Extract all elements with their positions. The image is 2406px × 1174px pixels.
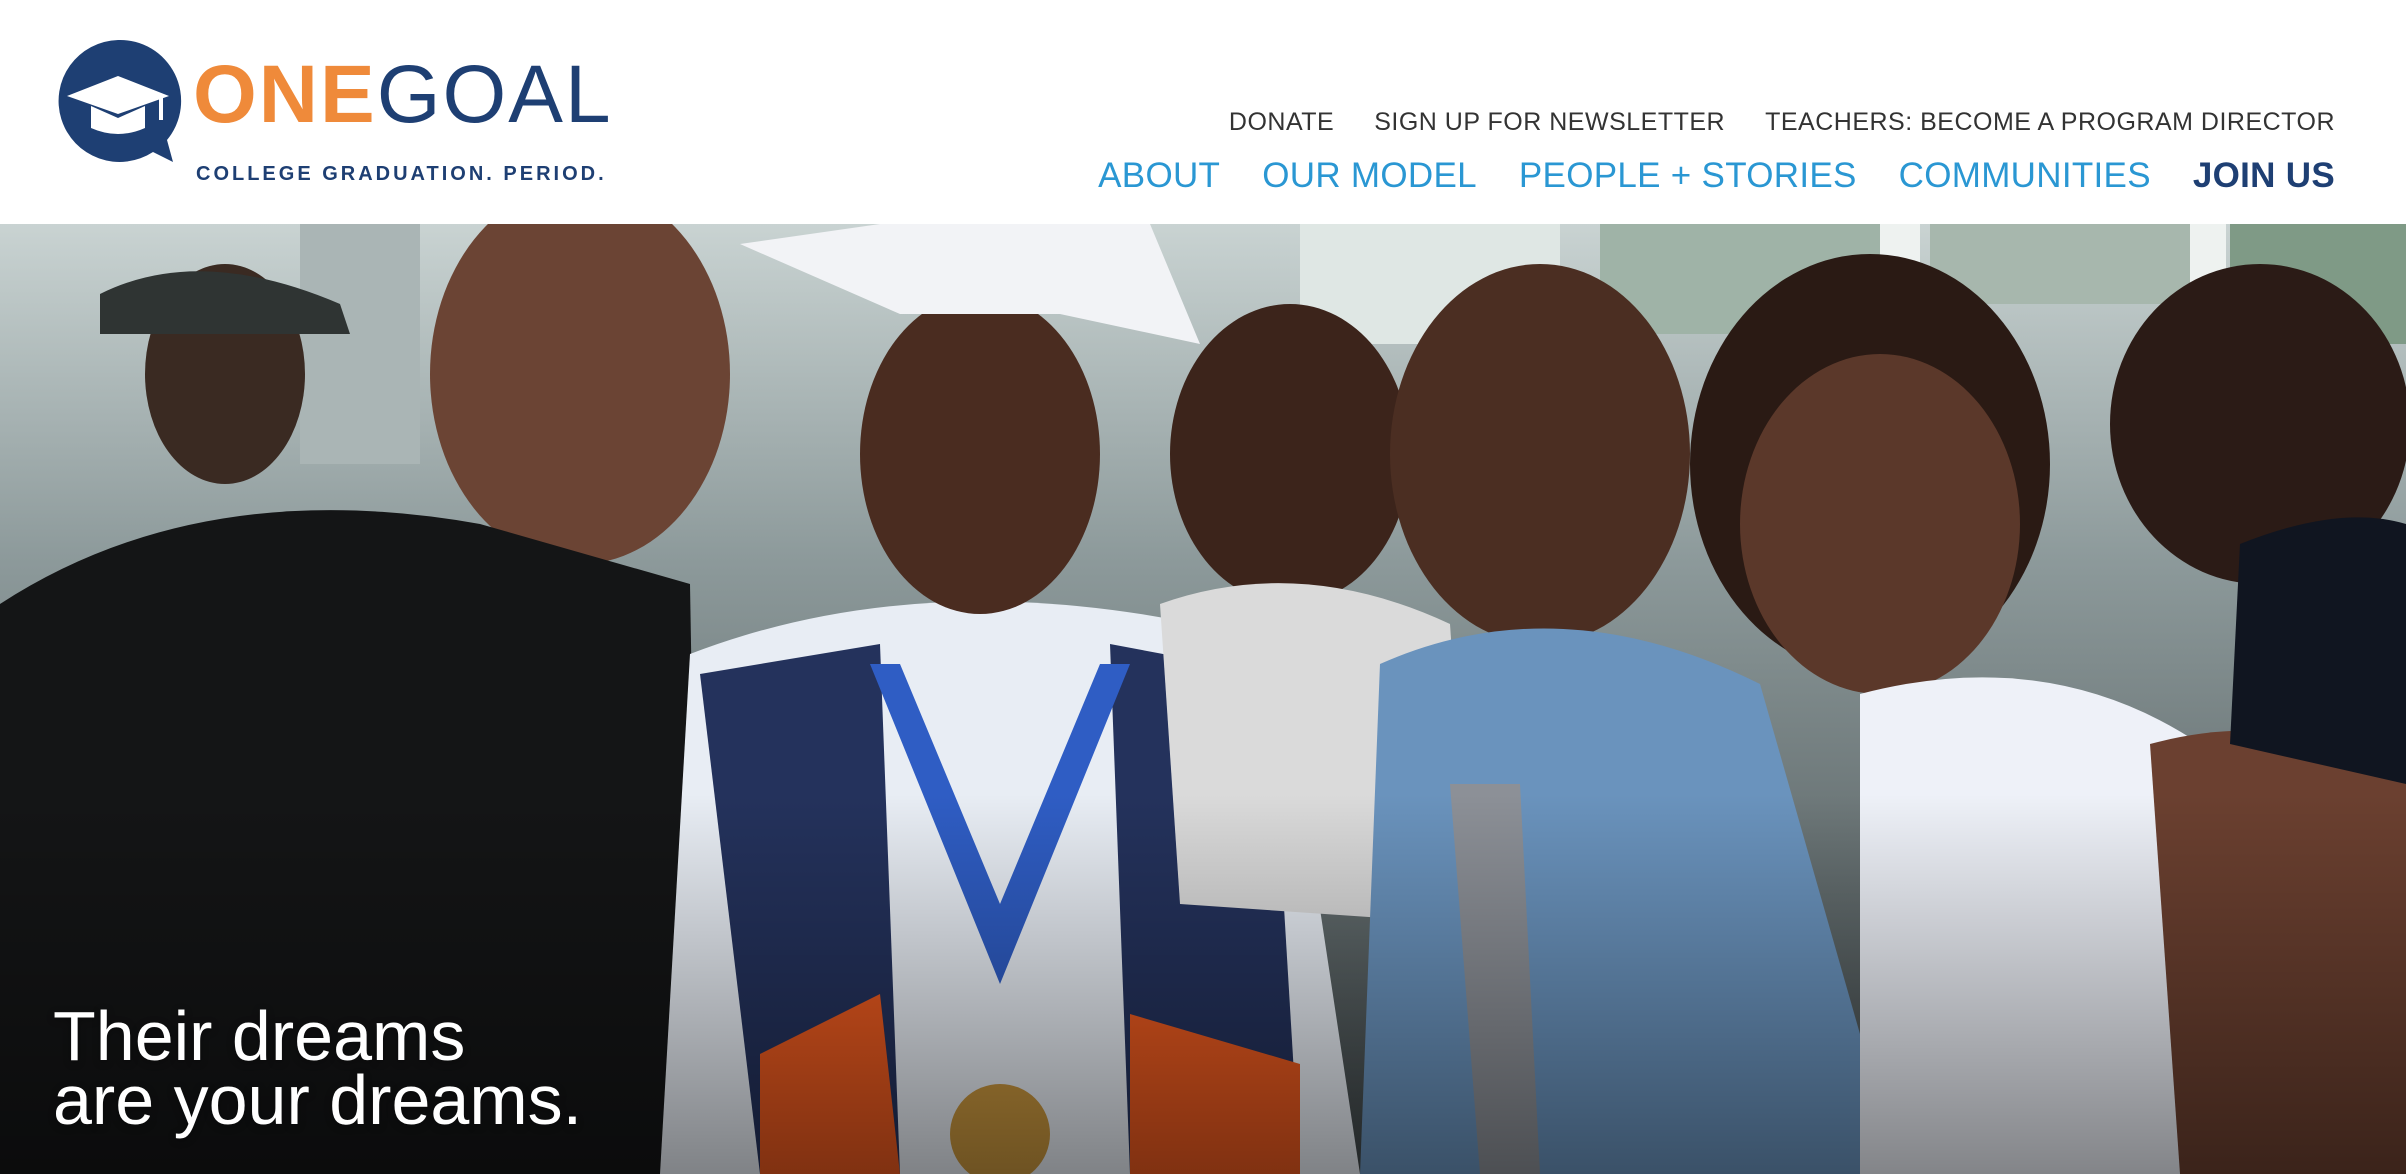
graduation-cap-icon xyxy=(58,39,182,162)
program-director-link[interactable]: TEACHERS: BECOME A PROGRAM DIRECTOR xyxy=(1765,108,2335,137)
nav-about[interactable]: ABOUT xyxy=(1098,156,1220,196)
donate-link[interactable]: DONATE xyxy=(1229,108,1334,137)
logo-word-one: ONE xyxy=(193,49,377,140)
logo-word-goal: GOAL xyxy=(376,49,613,140)
newsletter-signup-link[interactable]: SIGN UP FOR NEWSLETTER xyxy=(1374,108,1725,137)
hero-caption: Their dreams are your dreams. xyxy=(53,997,583,1139)
logo-wordmark: ONEGOAL xyxy=(193,54,613,136)
logo-tagline: COLLEGE GRADUATION. PERIOD. xyxy=(196,163,607,185)
nav-our-model[interactable]: OUR MODEL xyxy=(1262,156,1477,196)
nav-people-stories[interactable]: PEOPLE + STORIES xyxy=(1519,156,1857,196)
main-nav: ABOUT OUR MODEL PEOPLE + STORIES COMMUNI… xyxy=(1098,150,2335,202)
hero-caption-line-2: are your dreams. xyxy=(53,1061,583,1139)
utility-nav: DONATE SIGN UP FOR NEWSLETTER TEACHERS: … xyxy=(1229,106,2335,138)
nav-join-us[interactable]: JOIN US xyxy=(2193,156,2335,196)
hero-caption-line-1: Their dreams xyxy=(53,997,466,1075)
nav-communities[interactable]: COMMUNITIES xyxy=(1899,156,2151,196)
onegoal-logo[interactable]: ONEGOAL COLLEGE GRADUATION. PERIOD. xyxy=(53,36,633,196)
site-header: ONEGOAL COLLEGE GRADUATION. PERIOD. DONA… xyxy=(0,0,2406,224)
hero-banner: Their dreams are your dreams. xyxy=(0,224,2406,1174)
